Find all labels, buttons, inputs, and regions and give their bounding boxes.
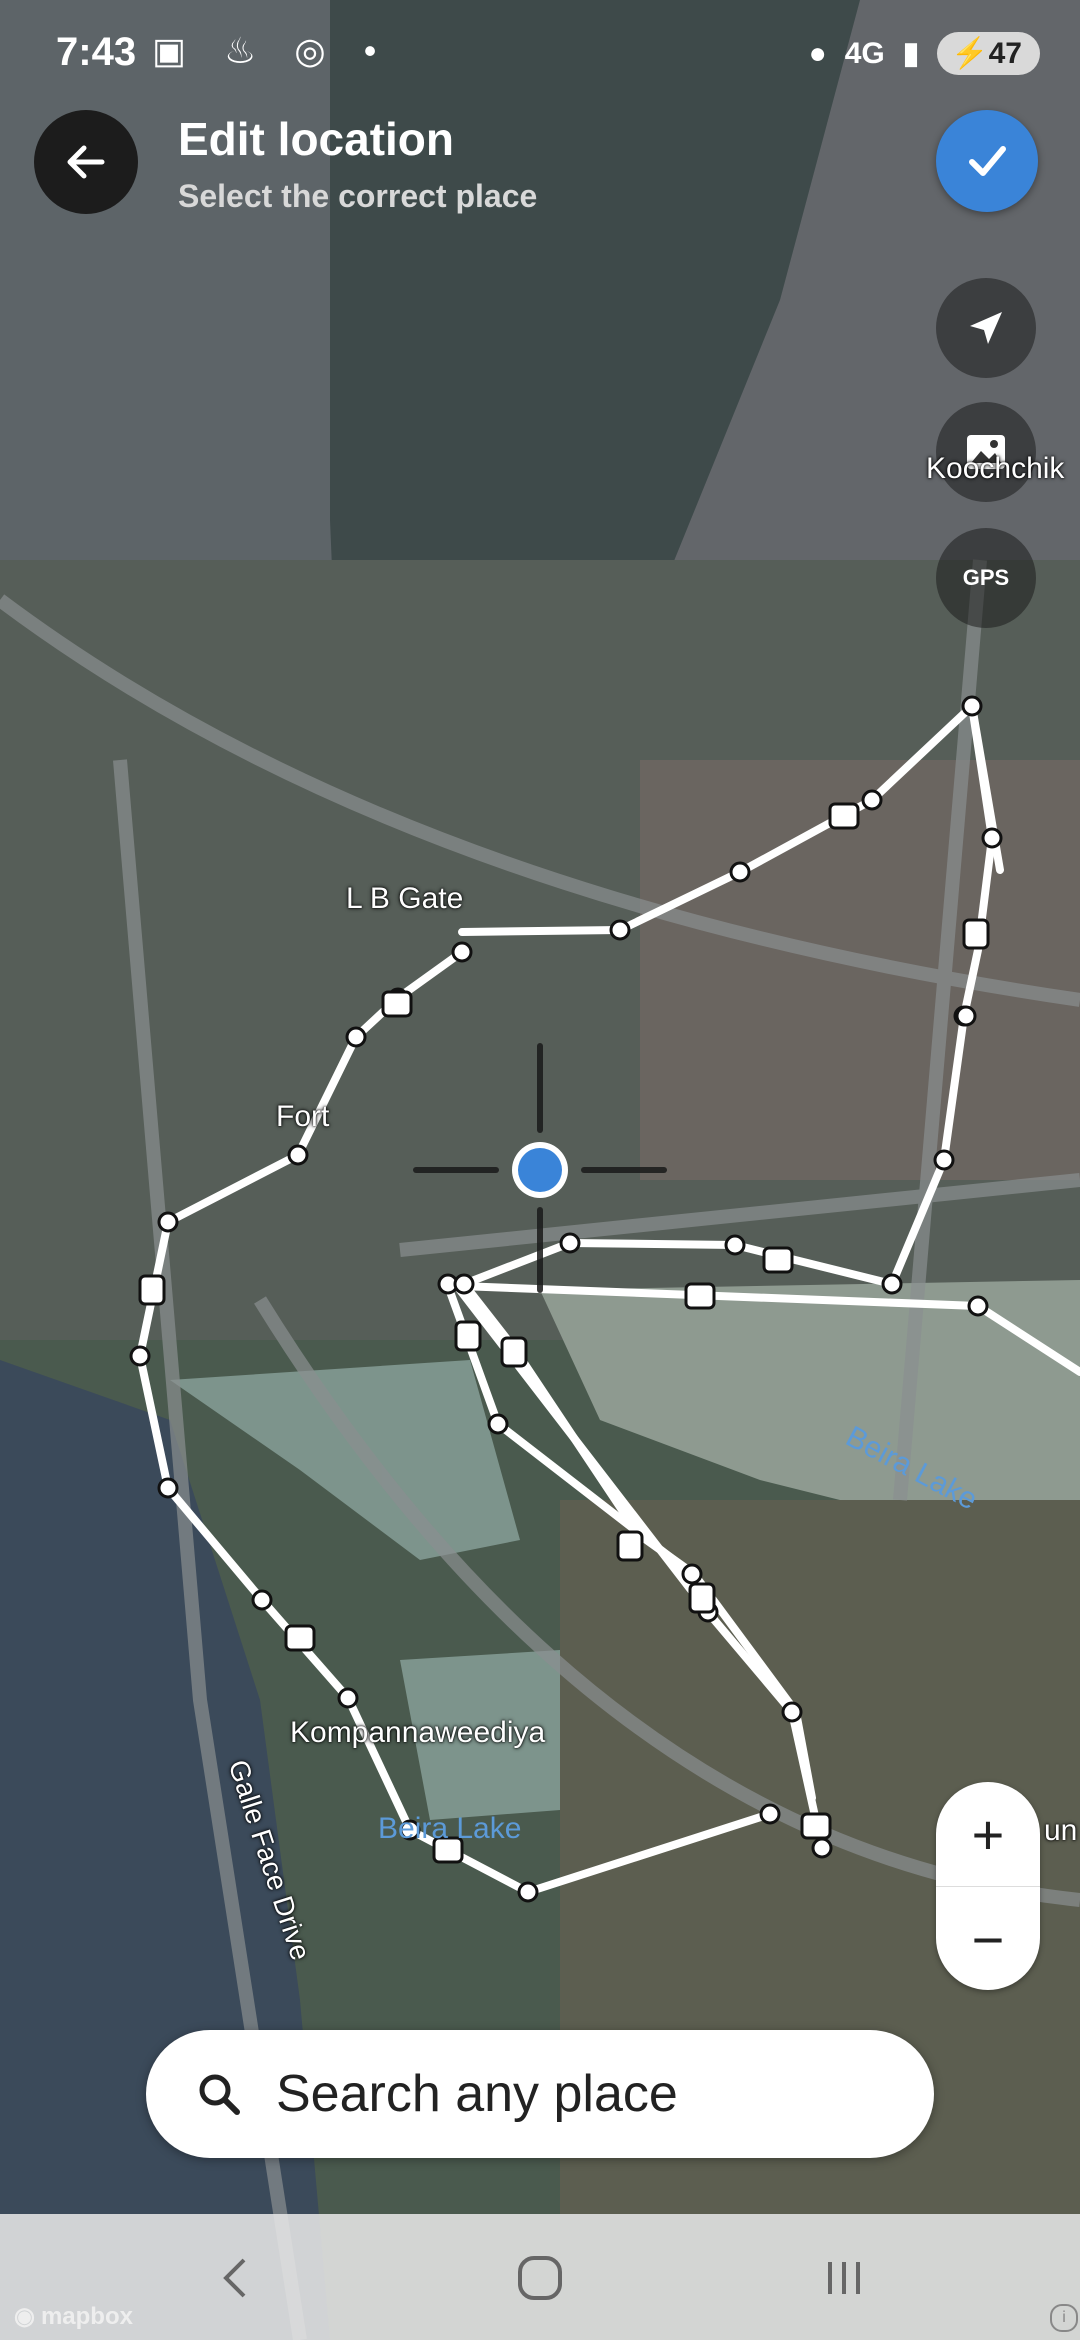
map-label-beira-lake-south: Beira Lake [378, 1812, 522, 1845]
map-label-cut-off: un [1044, 1814, 1078, 1847]
info-button[interactable]: i [1050, 2304, 1078, 2332]
chevron-left-icon [223, 2258, 246, 2298]
location-icon: ● [808, 36, 827, 70]
status-time: 7:43 [56, 30, 137, 74]
my-location-button[interactable] [936, 278, 1036, 378]
network-type: 4G [844, 36, 885, 70]
satellite-map[interactable] [0, 0, 1080, 2340]
back-button[interactable] [34, 110, 138, 214]
zoom-out-button[interactable]: − [936, 1887, 1040, 1990]
map-label-lb-gate: L B Gate [346, 882, 464, 915]
page-subtitle: Select the correct place [178, 178, 538, 214]
gps-button[interactable]: GPS [936, 528, 1036, 628]
system-nav-bar [0, 2214, 1080, 2340]
zoom-control: + − [936, 1782, 1040, 1990]
battery-level: 47 [988, 37, 1022, 70]
status-bar: 7:43 ▣ ♨ ◎ • ● 4G ▮ ⚡47 [0, 0, 1080, 110]
map-label-koochchikade: Koochchik [926, 452, 1065, 485]
confirm-button[interactable] [936, 110, 1038, 212]
navigation-arrow-icon [970, 312, 1002, 344]
home-icon [518, 2256, 562, 2300]
recents-icon [828, 2262, 860, 2294]
map-label-fort: Fort [276, 1100, 330, 1133]
page-title: Edit location [178, 113, 454, 165]
nav-home-button[interactable] [510, 2248, 570, 2308]
nav-back-button[interactable] [206, 2248, 266, 2308]
zoom-in-button[interactable]: + [936, 1782, 1040, 1886]
search-icon [199, 2074, 240, 2115]
mapbox-brand: mapbox [40, 2302, 133, 2330]
status-right: ● 4G ▮ ⚡47 [809, 32, 1040, 75]
arrow-left-icon [67, 145, 105, 179]
search-bar[interactable]: Search any place [146, 2030, 934, 2158]
signal-icon: ▮ [902, 37, 920, 70]
check-icon [969, 146, 1006, 176]
map-label-kompannaweediya: Kompannaweediya [290, 1716, 546, 1749]
mapbox-attribution[interactable]: ◉ mapbox [14, 2302, 133, 2331]
battery-indicator: ⚡47 [937, 32, 1040, 75]
search-placeholder: Search any place [276, 2065, 678, 2123]
gps-label: GPS [962, 565, 1010, 590]
mapbox-logo-icon: ◉ [14, 2303, 35, 2330]
notification-icons: ▣ ♨ ◎ • [152, 30, 391, 71]
nav-recents-button[interactable] [814, 2248, 874, 2308]
